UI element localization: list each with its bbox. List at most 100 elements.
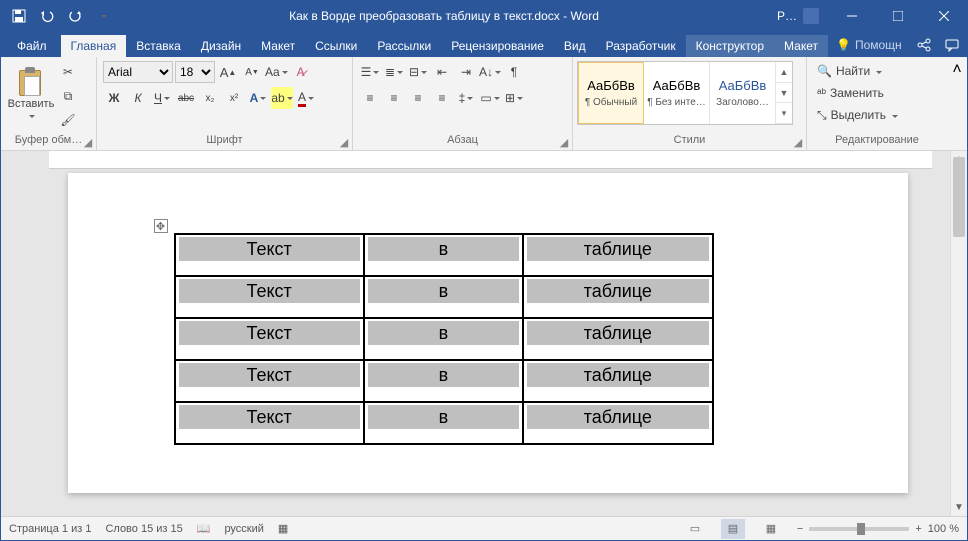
find-button[interactable]: 🔍Найти xyxy=(813,61,902,81)
save-icon[interactable] xyxy=(7,4,31,28)
zoom-out-button[interactable]: − xyxy=(797,523,803,535)
view-web-button[interactable]: ▦ xyxy=(759,519,783,539)
tab-table-design[interactable]: Конструктор xyxy=(686,35,774,57)
style-normal[interactable]: АаБбВв¶ Обычный xyxy=(578,62,644,124)
paste-button[interactable]: Вставить xyxy=(7,61,55,127)
italic-button[interactable]: К xyxy=(127,87,149,109)
collapse-ribbon-button[interactable]: ˄ xyxy=(947,57,967,150)
highlight-button[interactable]: ab xyxy=(271,87,293,109)
table-cell[interactable]: таблице xyxy=(523,276,712,318)
scroll-thumb[interactable] xyxy=(953,157,965,237)
clipboard-dialog-launcher[interactable]: ◢ xyxy=(82,136,94,148)
table-cell[interactable]: Текст xyxy=(175,318,364,360)
font-name-select[interactable]: Arial xyxy=(103,61,173,83)
table-cell[interactable]: в xyxy=(364,402,523,444)
paragraph-dialog-launcher[interactable]: ◢ xyxy=(558,136,570,148)
align-left-button[interactable]: ≡ xyxy=(359,87,381,109)
tab-review[interactable]: Рецензирование xyxy=(441,35,554,57)
table-cell[interactable]: таблице xyxy=(523,318,712,360)
format-painter-button[interactable]: 🖌 xyxy=(57,109,79,131)
table-cell[interactable]: в xyxy=(364,360,523,402)
font-color-button[interactable]: A xyxy=(295,87,317,109)
shrink-font-button[interactable]: A▼ xyxy=(241,61,263,83)
status-words[interactable]: Слово 15 из 15 xyxy=(105,523,182,535)
page[interactable]: ✥ ТекствтаблицеТекствтаблицеТекствтаблиц… xyxy=(68,173,908,493)
increase-indent-button[interactable]: ⇥ xyxy=(455,61,477,83)
zoom-value[interactable]: 100 % xyxy=(928,523,959,535)
table-move-handle[interactable]: ✥ xyxy=(154,219,168,233)
view-read-button[interactable]: ▭ xyxy=(683,519,707,539)
scroll-down-button[interactable]: ▼ xyxy=(951,499,967,516)
document-table[interactable]: ТекствтаблицеТекствтаблицеТекствтаблицеТ… xyxy=(174,233,714,445)
borders-button[interactable]: ⊞ xyxy=(503,87,525,109)
table-cell[interactable]: в xyxy=(364,234,523,276)
shading-button[interactable]: ▭ xyxy=(479,87,501,109)
status-page[interactable]: Страница 1 из 1 xyxy=(9,523,91,535)
grow-font-button[interactable]: A▲ xyxy=(217,61,239,83)
table-row[interactable]: Текствтаблице xyxy=(175,276,713,318)
page-scroll[interactable]: ✥ ТекствтаблицеТекствтаблицеТекствтаблиц… xyxy=(1,151,950,516)
table-row[interactable]: Текствтаблице xyxy=(175,360,713,402)
tab-mailings[interactable]: Рассылки xyxy=(367,35,441,57)
show-marks-button[interactable]: ¶ xyxy=(503,61,525,83)
table-cell[interactable]: Текст xyxy=(175,360,364,402)
align-right-button[interactable]: ≡ xyxy=(407,87,429,109)
bullets-button[interactable]: ☰ xyxy=(359,61,381,83)
table-row[interactable]: Текствтаблице xyxy=(175,234,713,276)
horizontal-ruler[interactable] xyxy=(49,151,932,169)
table-cell[interactable]: таблице xyxy=(523,234,712,276)
decrease-indent-button[interactable]: ⇤ xyxy=(431,61,453,83)
copy-button[interactable]: ⧉ xyxy=(57,85,79,107)
vertical-scrollbar[interactable]: ▲ ▼ xyxy=(950,151,967,516)
tab-insert[interactable]: Вставка xyxy=(126,35,191,57)
font-dialog-launcher[interactable]: ◢ xyxy=(338,136,350,148)
multilevel-list-button[interactable]: ⊟ xyxy=(407,61,429,83)
macro-icon[interactable]: ▦ xyxy=(278,522,288,535)
user-account[interactable]: P… xyxy=(767,8,829,24)
numbering-button[interactable]: ≣ xyxy=(383,61,405,83)
table-cell[interactable]: таблице xyxy=(523,402,712,444)
comments-button[interactable] xyxy=(938,33,966,57)
table-cell[interactable]: в xyxy=(364,318,523,360)
replace-button[interactable]: ᵃᵇЗаменить xyxy=(813,83,902,103)
style-no-spacing[interactable]: АаБбВв¶ Без инте… xyxy=(644,62,710,124)
table-cell[interactable]: Текст xyxy=(175,234,364,276)
style-up-button[interactable]: ▲ xyxy=(776,62,792,83)
tab-references[interactable]: Ссылки xyxy=(305,35,367,57)
underline-button[interactable]: Ч xyxy=(151,87,173,109)
qat-customize-icon[interactable] xyxy=(91,4,115,28)
tab-design[interactable]: Дизайн xyxy=(191,35,251,57)
style-down-button[interactable]: ▼ xyxy=(776,83,792,104)
tab-home[interactable]: Главная xyxy=(61,35,127,57)
align-center-button[interactable]: ≡ xyxy=(383,87,405,109)
view-print-button[interactable]: ▤ xyxy=(721,519,745,539)
line-spacing-button[interactable]: ‡ xyxy=(455,87,477,109)
justify-button[interactable]: ≡ xyxy=(431,87,453,109)
superscript-button[interactable]: x² xyxy=(223,87,245,109)
clear-formatting-button[interactable]: A̷ xyxy=(290,61,312,83)
tab-view[interactable]: Вид xyxy=(554,35,596,57)
table-row[interactable]: Текствтаблице xyxy=(175,402,713,444)
table-cell[interactable]: таблице xyxy=(523,360,712,402)
subscript-button[interactable]: x₂ xyxy=(199,87,221,109)
styles-dialog-launcher[interactable]: ◢ xyxy=(792,136,804,148)
style-heading1[interactable]: АаБбВвЗаголово… xyxy=(710,62,776,124)
tab-file[interactable]: Файл xyxy=(3,35,61,57)
tell-me[interactable]: 💡Помощн xyxy=(828,38,910,52)
maximize-button[interactable] xyxy=(875,1,921,31)
table-cell[interactable]: Текст xyxy=(175,276,364,318)
table-cell[interactable]: в xyxy=(364,276,523,318)
sort-button[interactable]: A↓ xyxy=(479,61,501,83)
strikethrough-button[interactable]: abc xyxy=(175,87,197,109)
tab-table-layout[interactable]: Макет xyxy=(774,35,828,57)
bold-button[interactable]: Ж xyxy=(103,87,125,109)
text-effects-button[interactable]: A xyxy=(247,87,269,109)
tab-developer[interactable]: Разработчик xyxy=(596,35,686,57)
undo-icon[interactable] xyxy=(35,4,59,28)
zoom-in-button[interactable]: + xyxy=(915,523,921,535)
zoom-slider[interactable] xyxy=(809,527,909,531)
style-more-button[interactable]: ▾ xyxy=(776,103,792,124)
tab-layout[interactable]: Макет xyxy=(251,35,305,57)
table-cell[interactable]: Текст xyxy=(175,402,364,444)
redo-icon[interactable] xyxy=(63,4,87,28)
